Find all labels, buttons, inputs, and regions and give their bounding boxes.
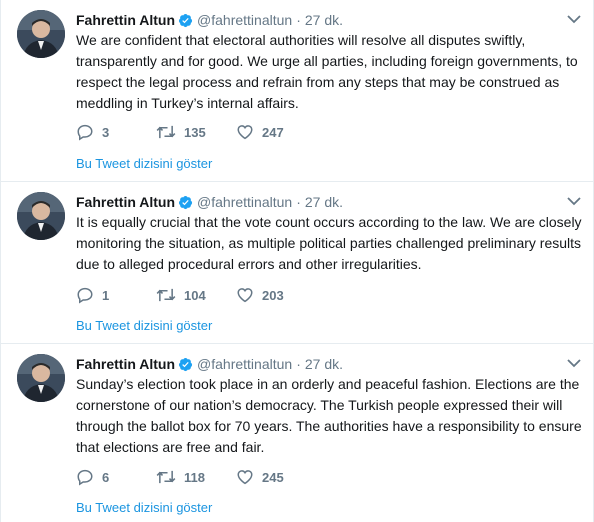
retweet-count: 135 xyxy=(184,124,206,140)
retweet-icon xyxy=(156,288,176,302)
separator-dot: · xyxy=(296,12,301,28)
author-name[interactable]: Fahrettin Altun xyxy=(76,356,175,372)
retweet-button[interactable]: 118 xyxy=(156,468,236,486)
heart-icon xyxy=(237,288,253,303)
chevron-down-icon[interactable] xyxy=(567,14,581,24)
author-handle[interactable]: @fahrettinaltun xyxy=(197,12,292,28)
reply-icon xyxy=(77,124,93,141)
separator-dot: · xyxy=(296,356,301,372)
tweet-text: It is equally crucial that the vote coun… xyxy=(76,214,582,272)
author-name[interactable]: Fahrettin Altun xyxy=(76,12,175,28)
reply-button[interactable]: 3 xyxy=(76,123,156,141)
tweet-actions: 6 118 245 xyxy=(76,468,316,486)
reply-button[interactable]: 6 xyxy=(76,468,156,486)
like-count: 203 xyxy=(262,287,284,303)
reply-count: 1 xyxy=(102,287,110,303)
reply-icon xyxy=(77,469,93,486)
reply-button[interactable]: 1 xyxy=(76,286,156,304)
retweet-count: 118 xyxy=(184,469,205,485)
tweet-feed: Fahrettin Altun @fahrettinaltun · 27 dk.… xyxy=(0,0,594,522)
verified-badge-icon xyxy=(178,195,193,209)
tweet[interactable]: Fahrettin Altun @fahrettinaltun · 27 dk.… xyxy=(1,344,594,522)
verified-badge-icon xyxy=(178,13,193,27)
retweet-count: 104 xyxy=(184,287,206,303)
retweet-icon xyxy=(156,125,176,139)
timestamp[interactable]: 27 dk. xyxy=(305,194,343,210)
author-name[interactable]: Fahrettin Altun xyxy=(76,194,175,210)
like-count: 245 xyxy=(262,469,284,485)
reply-count: 6 xyxy=(102,469,110,485)
heart-icon xyxy=(237,125,253,140)
tweet-text: We are confident that electoral authorit… xyxy=(76,32,578,111)
like-button[interactable]: 203 xyxy=(236,286,316,304)
chevron-down-icon[interactable] xyxy=(567,358,581,368)
like-count: 247 xyxy=(262,124,284,140)
timestamp[interactable]: 27 dk. xyxy=(305,356,343,372)
chevron-down-icon[interactable] xyxy=(567,196,581,206)
avatar[interactable] xyxy=(17,192,65,240)
tweet-actions: 3 135 247 xyxy=(76,123,316,141)
timestamp[interactable]: 27 dk. xyxy=(305,12,343,28)
retweet-button[interactable]: 104 xyxy=(156,286,236,304)
show-thread-link[interactable]: Bu Tweet dizisini göster xyxy=(76,318,212,333)
like-button[interactable]: 247 xyxy=(236,123,316,141)
tweet[interactable]: Fahrettin Altun @fahrettinaltun · 27 dk.… xyxy=(1,0,594,182)
author-handle[interactable]: @fahrettinaltun xyxy=(197,194,292,210)
tweet-text: Sunday’s election took place in an order… xyxy=(76,376,582,455)
reply-count: 3 xyxy=(102,124,110,140)
avatar[interactable] xyxy=(17,354,65,402)
separator-dot: · xyxy=(296,194,301,210)
tweet-actions: 1 104 203 xyxy=(76,286,316,304)
show-thread-link[interactable]: Bu Tweet dizisini göster xyxy=(76,500,212,515)
tweet-header: Fahrettin Altun @fahrettinaltun · 27 dk. xyxy=(76,354,343,374)
author-handle[interactable]: @fahrettinaltun xyxy=(197,356,292,372)
verified-badge-icon xyxy=(178,357,193,371)
like-button[interactable]: 245 xyxy=(236,468,316,486)
show-thread-link[interactable]: Bu Tweet dizisini göster xyxy=(76,156,212,171)
reply-icon xyxy=(77,287,93,304)
tweet-header: Fahrettin Altun @fahrettinaltun · 27 dk. xyxy=(76,192,343,212)
avatar[interactable] xyxy=(17,10,65,58)
heart-icon xyxy=(237,470,253,485)
retweet-icon xyxy=(156,470,176,484)
retweet-button[interactable]: 135 xyxy=(156,123,236,141)
tweet-header: Fahrettin Altun @fahrettinaltun · 27 dk. xyxy=(76,10,343,30)
tweet[interactable]: Fahrettin Altun @fahrettinaltun · 27 dk.… xyxy=(1,182,594,344)
